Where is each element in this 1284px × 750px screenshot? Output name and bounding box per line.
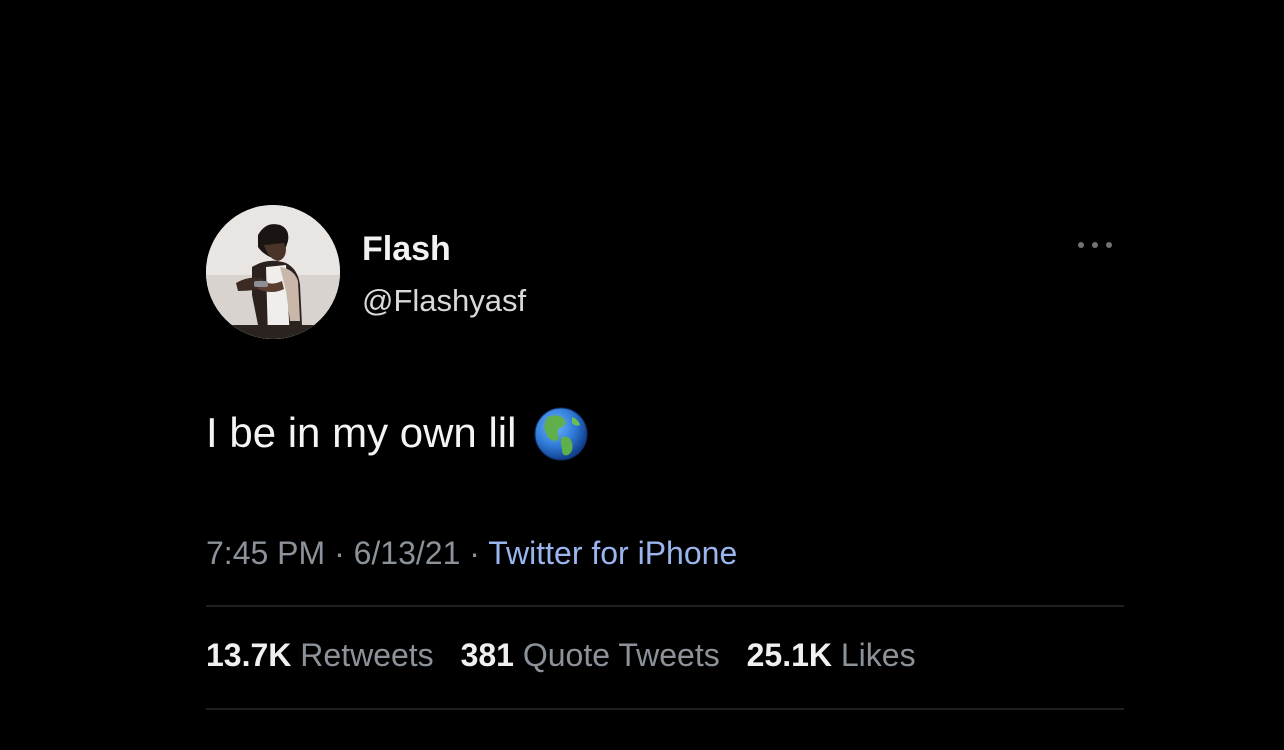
quote-tweets-count: 381 <box>460 637 514 673</box>
tweet-card: Flash @Flashyasf I be in my own lil 7:45… <box>206 205 1124 715</box>
tweet-text: I be in my own lil <box>206 405 588 461</box>
more-dot <box>1106 242 1112 248</box>
globe-americas-icon <box>534 407 588 461</box>
author-name[interactable]: Flash <box>362 230 451 269</box>
likes-count: 25.1K <box>746 637 832 673</box>
meta-separator: · <box>469 535 480 571</box>
divider <box>206 708 1124 710</box>
tweet-source-link[interactable]: Twitter for iPhone <box>488 535 737 571</box>
tweet-stats: 13.7K Retweets 381 Quote Tweets 25.1K Li… <box>206 637 934 674</box>
likes-stat[interactable]: 25.1K Likes <box>747 637 916 673</box>
tweet-date[interactable]: 6/13/21 <box>354 535 461 571</box>
retweets-count: 13.7K <box>206 637 292 673</box>
tweet-time[interactable]: 7:45 PM <box>206 535 325 571</box>
quote-tweets-stat[interactable]: 381 Quote Tweets <box>461 637 729 673</box>
retweets-stat[interactable]: 13.7K Retweets <box>206 637 443 673</box>
more-dot <box>1078 242 1084 248</box>
author-handle[interactable]: @Flashyasf <box>362 283 526 319</box>
likes-label: Likes <box>840 637 916 673</box>
tweet-text-content: I be in my own lil <box>206 409 517 456</box>
avatar-photo-icon <box>206 205 340 339</box>
tweet-meta: 7:45 PM · 6/13/21 · Twitter for iPhone <box>206 535 737 572</box>
more-options-icon[interactable] <box>1078 235 1112 255</box>
retweets-label: Retweets <box>300 637 434 673</box>
quote-tweets-label: Quote Tweets <box>522 637 720 673</box>
meta-separator: · <box>334 535 345 571</box>
avatar[interactable] <box>206 205 340 339</box>
more-dot <box>1092 242 1098 248</box>
divider <box>206 605 1124 607</box>
